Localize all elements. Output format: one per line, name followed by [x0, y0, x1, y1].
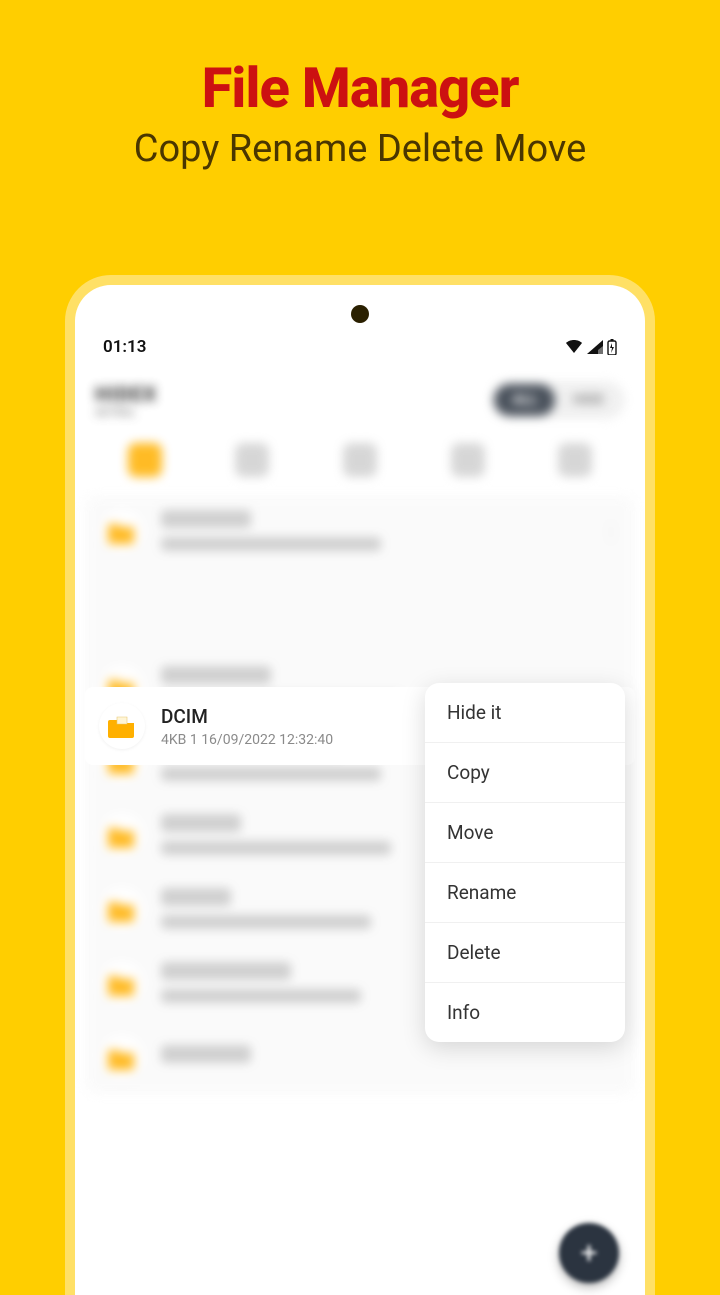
phone-notch	[351, 305, 369, 323]
menu-delete[interactable]: Delete	[425, 923, 625, 983]
app-logo: HIDEX AETRAL	[95, 382, 157, 419]
promo-title: File Manager	[0, 55, 720, 121]
signal-icon	[587, 340, 603, 354]
status-time: 01:13	[103, 337, 146, 357]
logo-sub: AETRAL	[95, 406, 157, 419]
folder-icon	[99, 1035, 145, 1081]
logo-main: HIDEX	[95, 382, 157, 406]
filter-all-button[interactable]: ALL	[494, 384, 555, 416]
filter-hide-button[interactable]: HIDE	[555, 384, 622, 416]
folder-icon	[99, 961, 145, 1007]
tab-videos[interactable]	[343, 443, 377, 477]
tab-images[interactable]	[235, 443, 269, 477]
list-item[interactable]: ⋮	[85, 495, 635, 569]
battery-icon	[607, 339, 617, 355]
fab-add-button[interactable]: +	[559, 1223, 619, 1283]
tab-documents[interactable]	[558, 443, 592, 477]
promo-header: File Manager Copy Rename Delete Move	[0, 0, 720, 171]
category-tabs	[85, 429, 635, 491]
folder-icon	[99, 703, 145, 749]
phone-frame: 01:13 HIDEX AETRAL ALL HIDE	[65, 275, 655, 1295]
menu-rename[interactable]: Rename	[425, 863, 625, 923]
more-icon[interactable]: ⋮	[601, 522, 621, 543]
menu-copy[interactable]: Copy	[425, 743, 625, 803]
context-menu: Hide it Copy Move Rename Delete Info	[425, 683, 625, 1042]
folder-icon	[99, 813, 145, 859]
menu-hide[interactable]: Hide it	[425, 683, 625, 743]
menu-info[interactable]: Info	[425, 983, 625, 1042]
menu-move[interactable]: Move	[425, 803, 625, 863]
folder-icon	[99, 887, 145, 933]
tab-folders[interactable]	[128, 443, 162, 477]
filter-toggle[interactable]: ALL HIDE	[491, 381, 625, 419]
folder-icon	[99, 509, 145, 555]
tab-audio[interactable]	[451, 443, 485, 477]
wifi-icon	[565, 340, 583, 354]
status-icons	[565, 339, 617, 355]
promo-subtitle: Copy Rename Delete Move	[0, 127, 720, 171]
plus-icon: +	[580, 1236, 597, 1271]
